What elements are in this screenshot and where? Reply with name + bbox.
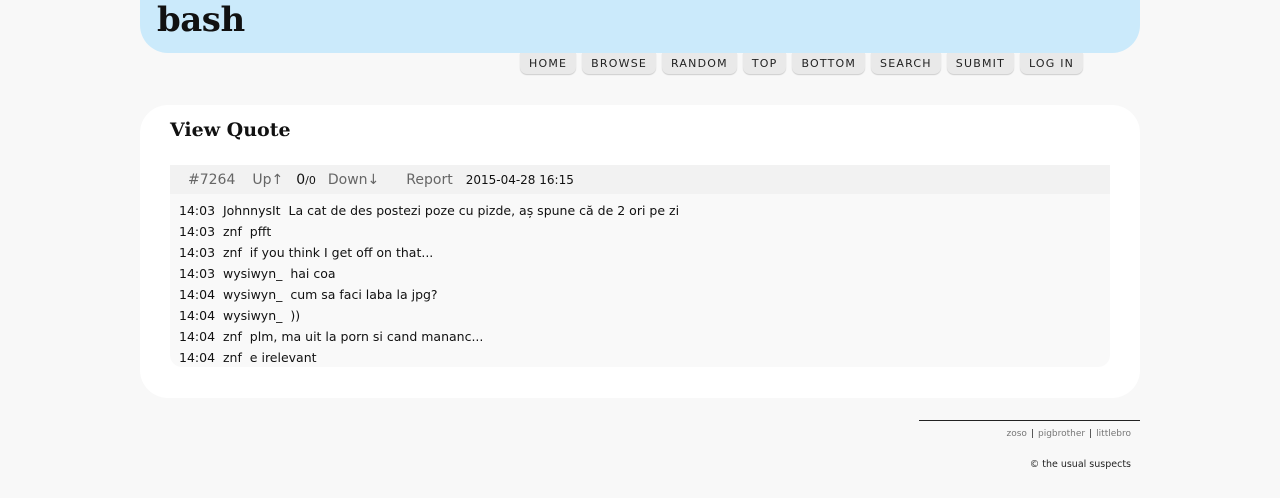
quote-line: 14:04 wysiwyn_ )) <box>179 308 301 323</box>
nav-top[interactable]: TOP <box>742 53 787 74</box>
quote-box: #7264 Up↑ 0/0 Down↓ Report 2015-04-28 16… <box>170 165 1110 367</box>
quote-line: 14:03 znf pfft <box>179 224 272 239</box>
nav-bottom[interactable]: BOTTOM <box>792 53 866 74</box>
quote-text: 14:03 JohnnysIt La cat de des postezi po… <box>170 194 1110 370</box>
quote-line: 14:04 wysiwyn_ cum sa faci laba la jpg? <box>179 287 438 302</box>
score-value: 0 <box>296 171 306 188</box>
quote-score: 0/0 <box>296 172 316 188</box>
quote-date: 2015-04-28 16:15 <box>465 172 574 187</box>
main-nav: HOME BROWSE RANDOM TOP BOTTOM SEARCH SUB… <box>520 53 1089 74</box>
footer-separator: | <box>1089 429 1093 439</box>
site-title[interactable]: bash <box>157 0 245 40</box>
quote-line: 14:03 znf if you think I get off on that… <box>179 245 434 260</box>
footer-separator: | <box>1030 429 1034 439</box>
nav-browse[interactable]: BROWSE <box>582 53 657 74</box>
quote-line: 14:03 JohnnysIt La cat de des postezi po… <box>179 203 680 218</box>
footer-divider <box>919 420 1140 421</box>
quote-line: 14:03 wysiwyn_ hai coa <box>179 266 336 281</box>
quote-id-link[interactable]: #7264 <box>188 172 235 188</box>
nav-login[interactable]: LOG IN <box>1020 53 1084 74</box>
page-title: View Quote <box>170 119 291 141</box>
footer-links: zoso | pigbrother | littlebro <box>1007 429 1131 439</box>
vote-count: /0 <box>305 173 316 187</box>
nav-submit[interactable]: SUBMIT <box>946 53 1014 74</box>
footer-link-littlebro[interactable]: littlebro <box>1096 429 1131 439</box>
nav-random[interactable]: RANDOM <box>662 53 737 74</box>
content-card: View Quote #7264 Up↑ 0/0 Down↓ Report 20… <box>140 105 1140 398</box>
nav-home[interactable]: HOME <box>520 53 577 74</box>
footer-link-pigbrother[interactable]: pigbrother <box>1038 429 1085 439</box>
quote-line: 14:04 znf e irelevant <box>179 350 317 365</box>
copyright: © the usual suspects <box>1029 459 1131 470</box>
downvote-link[interactable]: Down↓ <box>328 172 379 188</box>
report-link[interactable]: Report <box>406 172 452 188</box>
site-header: bash <box>140 0 1140 53</box>
quote-toolbar: #7264 Up↑ 0/0 Down↓ Report 2015-04-28 16… <box>170 165 1110 194</box>
quote-line: 14:04 znf plm, ma uit la porn si cand ma… <box>179 329 484 344</box>
nav-search[interactable]: SEARCH <box>871 53 941 74</box>
upvote-link[interactable]: Up↑ <box>252 172 283 188</box>
footer-link-zoso[interactable]: zoso <box>1007 429 1027 439</box>
